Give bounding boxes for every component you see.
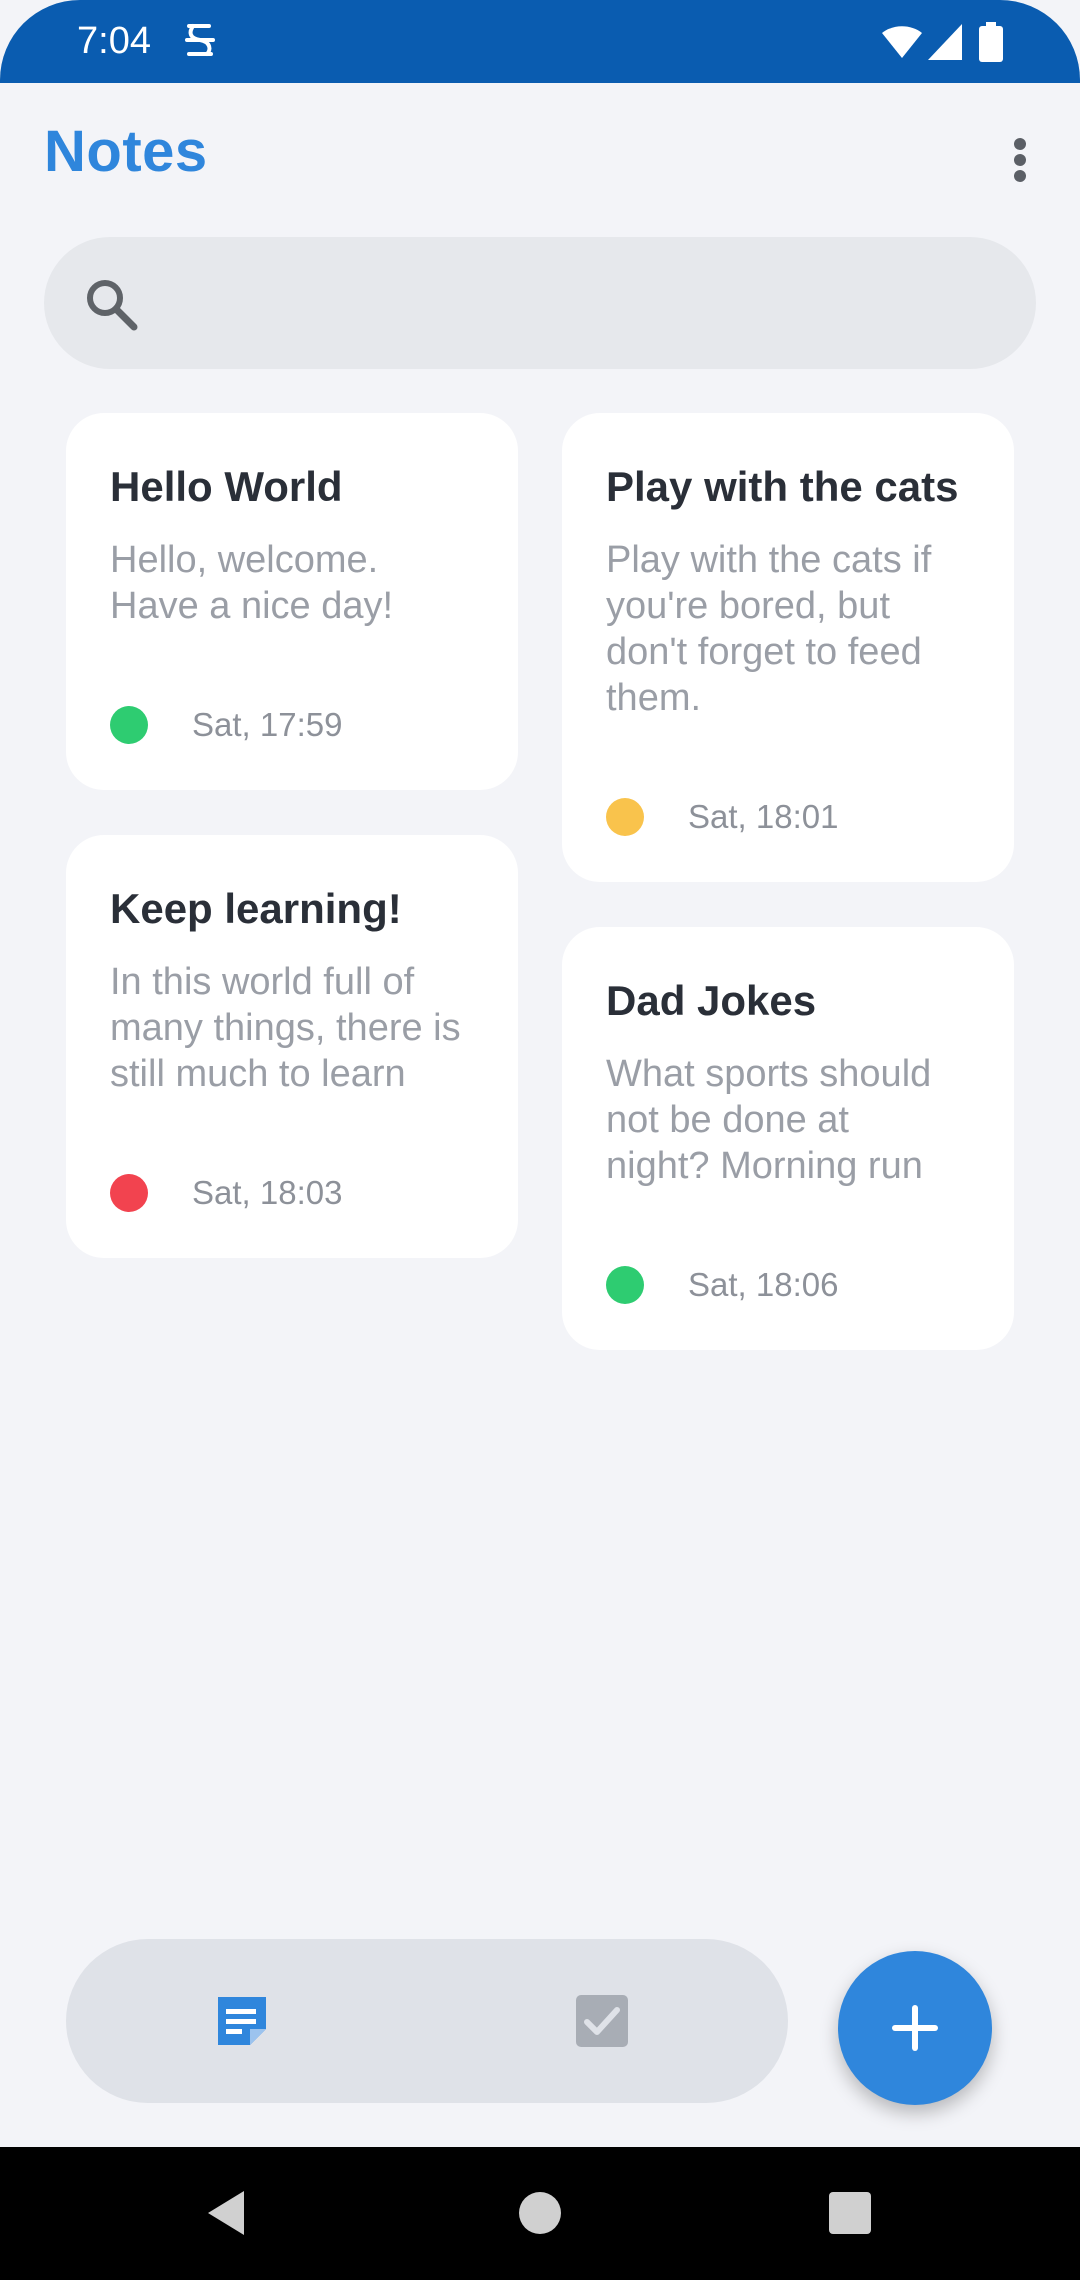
search-icon xyxy=(87,280,138,331)
back-icon[interactable] xyxy=(204,2189,248,2237)
note-card[interactable]: Play with the cats Play with the cats if… xyxy=(562,413,1014,882)
status-time: 7:04 xyxy=(77,20,151,62)
status-bar: 7:04 xyxy=(0,0,1080,83)
recents-icon[interactable] xyxy=(829,2192,871,2234)
notes-icon[interactable] xyxy=(214,1993,270,2049)
search-input[interactable] xyxy=(164,273,984,333)
note-color-dot xyxy=(606,798,644,836)
signal-icon xyxy=(928,24,962,60)
note-card[interactable]: Dad Jokes What sports should not be done… xyxy=(562,927,1014,1350)
note-body: In this world full of many things, there… xyxy=(110,961,461,1095)
checkbox-icon[interactable] xyxy=(574,1993,630,2049)
note-date: Sat, 18:06 xyxy=(688,1266,839,1303)
note-date: Sat, 18:01 xyxy=(688,798,839,835)
note-color-dot xyxy=(110,1174,148,1212)
page-title: Notes xyxy=(44,119,208,184)
note-title: Dad Jokes xyxy=(606,977,817,1024)
note-title: Play with the cats xyxy=(606,463,959,510)
note-body: What sports should not be done at night?… xyxy=(606,1053,932,1187)
note-card[interactable]: Keep learning! In this world full of man… xyxy=(66,835,518,1258)
note-body: Hello, welcome. Have a nice day! xyxy=(110,539,394,627)
search-bar[interactable] xyxy=(44,237,1036,369)
bottom-navigation xyxy=(66,1939,788,2103)
note-card[interactable]: Hello World Hello, welcome. Have a nice … xyxy=(66,413,518,790)
note-color-dot xyxy=(110,706,148,744)
more-vert-icon xyxy=(1014,138,1026,150)
note-date: Sat, 17:59 xyxy=(192,706,343,743)
note-color-dot xyxy=(606,1266,644,1304)
screen: 7:04 Notes Hello World Hello, welcome. H… xyxy=(0,0,1080,2280)
system-navigation-bar xyxy=(0,2147,1080,2280)
note-title: Hello World xyxy=(110,463,343,510)
note-title: Keep learning! xyxy=(110,885,402,932)
battery-icon xyxy=(979,22,1003,62)
note-body: Play with the cats if you're bored, but … xyxy=(606,539,932,719)
more-options-button[interactable] xyxy=(1000,132,1040,188)
wifi-icon xyxy=(882,26,922,58)
add-note-button[interactable] xyxy=(838,1951,992,2105)
plus-icon xyxy=(892,2005,938,2051)
home-icon[interactable] xyxy=(519,2192,561,2234)
notification-app-icon xyxy=(185,24,215,56)
note-date: Sat, 18:03 xyxy=(192,1174,343,1211)
